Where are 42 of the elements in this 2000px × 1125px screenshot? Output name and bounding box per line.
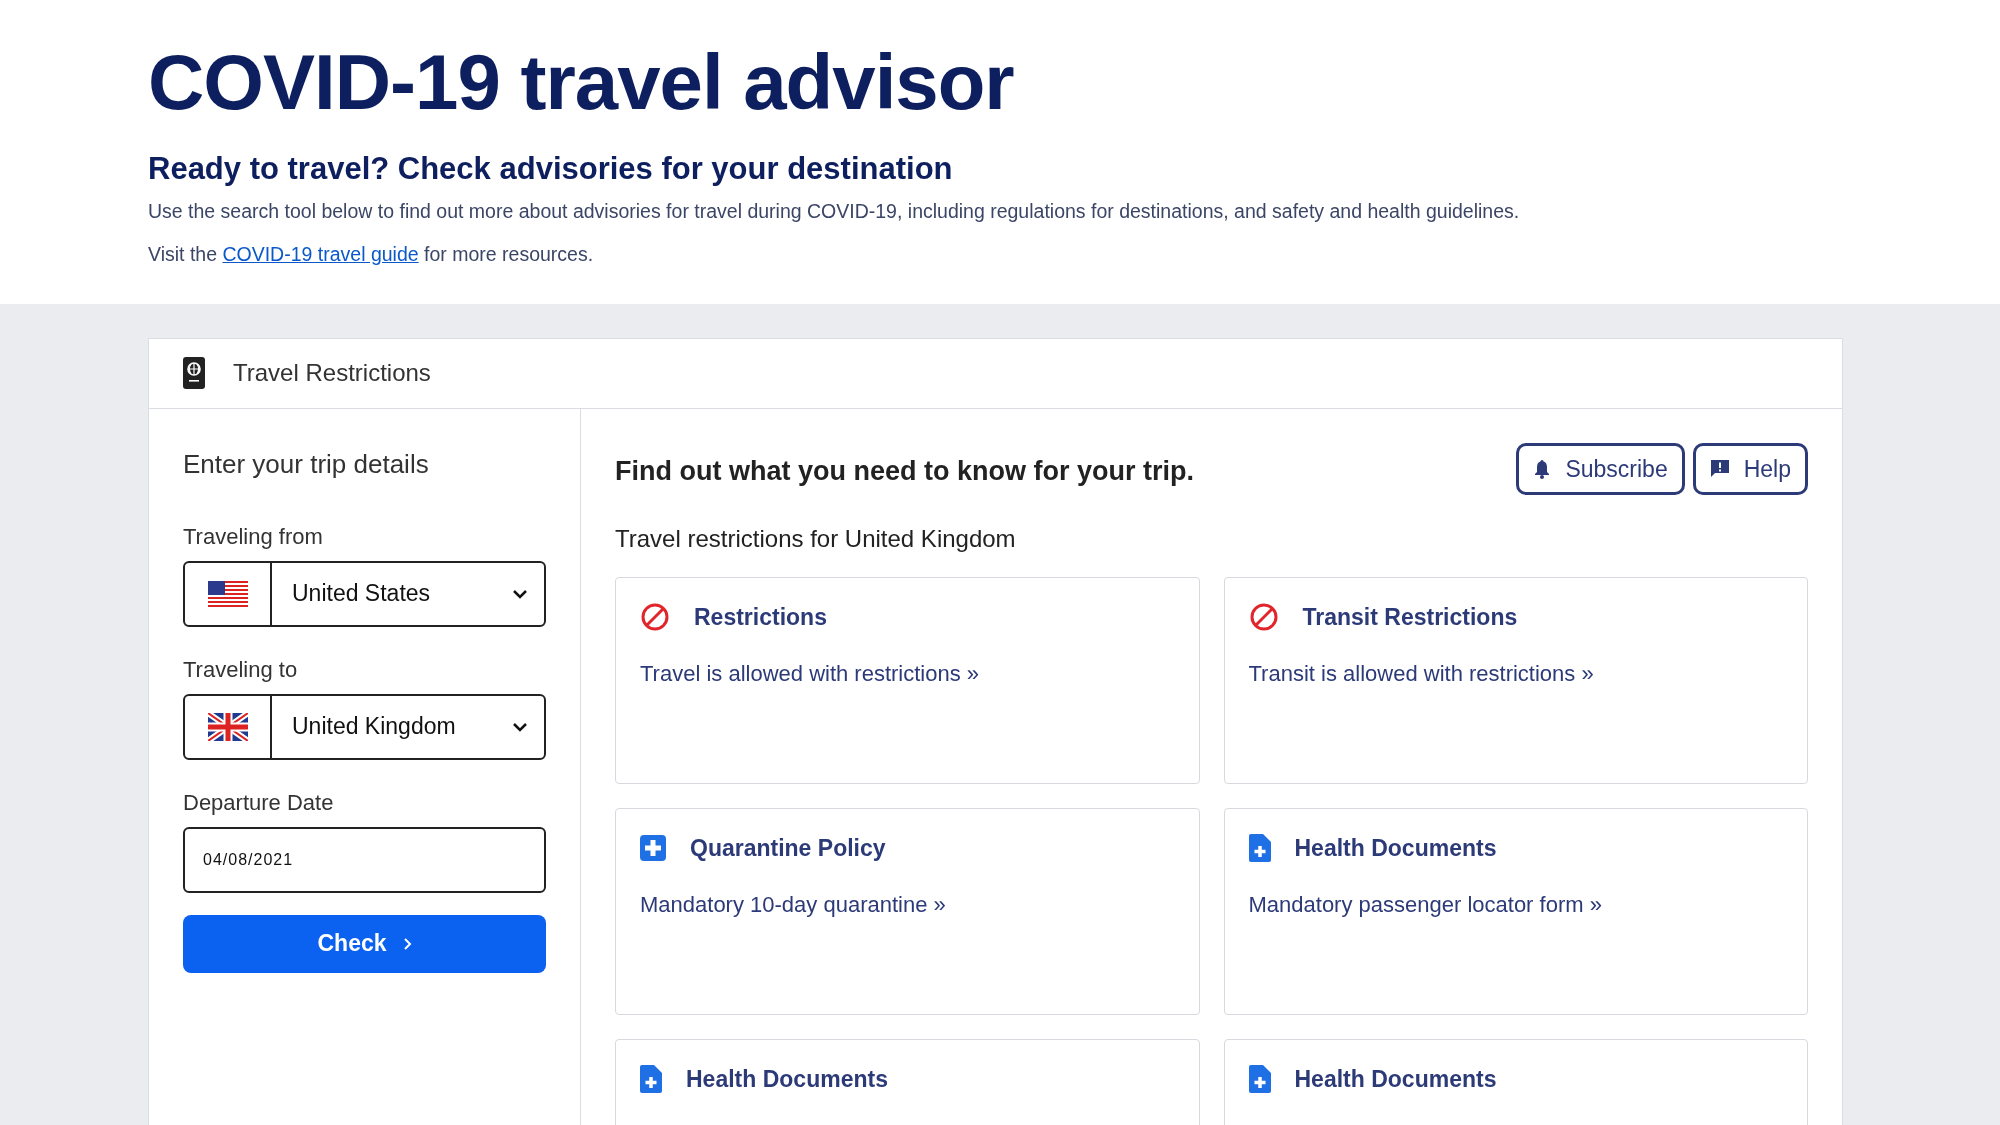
medical-document-icon: [640, 1065, 662, 1094]
travel-guide-link[interactable]: COVID-19 travel guide: [222, 243, 419, 266]
card-title: Restrictions: [694, 603, 827, 633]
check-button[interactable]: Check: [183, 914, 546, 973]
intro-text: Use the search tool below to find out more about advisories for travel during COVID-19, including regulations for destinations, and safety and health guidelines.: [148, 199, 1521, 225]
panel-title: Travel Restrictions: [233, 358, 431, 389]
country-select[interactable]: United States: [183, 560, 546, 627]
card-link[interactable]: Mandatory passenger locator form »: [1248, 887, 1783, 921]
prohibited-icon: [1248, 602, 1279, 633]
field-label: Traveling to: [183, 655, 299, 684]
field-label: Traveling from: [183, 522, 324, 551]
flag-icon: [207, 580, 248, 607]
page-title: COVID-19 travel advisor: [148, 42, 1015, 124]
outline-button[interactable]: Subscribe: [1516, 442, 1685, 496]
chevron-down-icon: [512, 588, 528, 599]
outline-button[interactable]: Help: [1692, 442, 1808, 496]
card-title: Health Documents: [1294, 1065, 1497, 1095]
card-link[interactable]: Travel is allowed with restrictions »: [640, 656, 1175, 690]
date-field[interactable]: 04/08/2021: [183, 826, 546, 893]
results-heading: Find out what you need to know for your trip.: [615, 454, 1194, 488]
card-title: Transit Restrictions: [1302, 603, 1518, 633]
card-title: Health Documents: [1294, 834, 1497, 864]
visit-text: Visit the COVID-19 travel guide for more resources.: [148, 242, 595, 268]
card-title: Health Documents: [686, 1065, 888, 1095]
chevron-down-icon: [512, 721, 528, 732]
card-title: Quarantine Policy: [690, 834, 886, 864]
field-label: Departure Date: [183, 788, 335, 817]
card-link[interactable]: Transit is allowed with restrictions »: [1248, 656, 1783, 690]
medical-cross-icon: [640, 835, 666, 862]
passport-icon: [183, 357, 205, 390]
medical-document-icon: [1248, 834, 1271, 863]
flag-icon: [207, 712, 248, 741]
medical-document-icon: [1248, 1065, 1271, 1094]
page-subtitle: Ready to travel? Check advisories for your destination: [148, 149, 954, 188]
chevron-right-icon: [402, 936, 412, 951]
prohibited-icon: [640, 602, 670, 633]
form-heading: Enter your trip details: [183, 447, 430, 481]
country-select[interactable]: United Kingdom: [183, 693, 546, 760]
bell-icon: [1533, 458, 1552, 479]
results-subheading: Travel restrictions for United Kingdom: [615, 524, 1017, 555]
card-link[interactable]: Mandatory 10-day quarantine »: [640, 887, 1175, 921]
message-icon: [1709, 458, 1730, 479]
